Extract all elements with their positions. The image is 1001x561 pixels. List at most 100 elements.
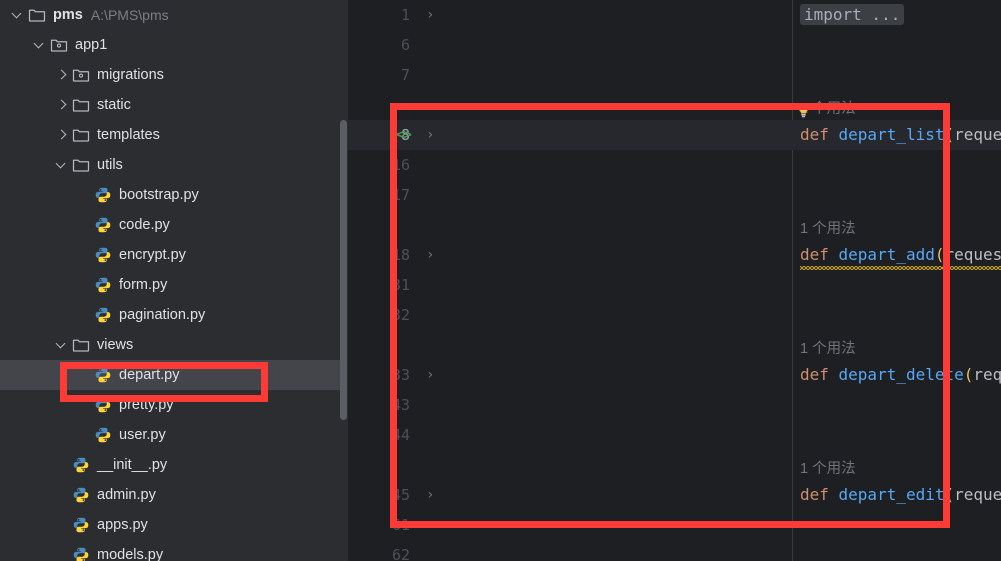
line-number[interactable]: 62 [348, 540, 410, 561]
token-kw: def [800, 125, 839, 144]
tree-arrow-placeholder [76, 367, 92, 383]
token-id: request, nid [954, 485, 1001, 504]
editor-line[interactable]: 45 › def depart_edit(request, nid):... [348, 480, 1001, 510]
tree-item-encrypt-py[interactable]: encrypt.py [0, 240, 348, 270]
tree-item-pagination-py[interactable]: pagination.py [0, 300, 348, 330]
usage-count-hint[interactable]: 1 个用法 [800, 336, 856, 362]
tree-item-apps-py[interactable]: apps.py [0, 510, 348, 540]
code-text[interactable]: def depart_edit(request, nid):... [800, 480, 1001, 510]
token-par: ( [963, 365, 974, 384]
folder-icon [72, 156, 90, 174]
lightbulb-icon[interactable] [795, 103, 812, 120]
line-number[interactable]: 16 [348, 150, 410, 180]
token-id: request [944, 245, 1001, 264]
tree-item-label: pms [53, 6, 83, 23]
fold-chevron-right-icon[interactable]: › [426, 120, 434, 150]
code-vision-icon[interactable]: <> [396, 120, 412, 150]
line-number[interactable]: 61 [348, 510, 410, 540]
tree-item-depart-py[interactable]: depart.py [0, 360, 348, 390]
tree-item-label: user.py [119, 426, 166, 443]
editor-line[interactable]: 17 [348, 180, 1001, 210]
code-text[interactable]: def depart_list(request):... [800, 120, 1001, 150]
tree-item-models-py[interactable]: models.py [0, 540, 348, 561]
tree-item-migrations[interactable]: migrations [0, 60, 348, 90]
fold-chevron-right-icon[interactable]: › [426, 360, 434, 390]
tree-item-init-py[interactable]: __init__.py [0, 450, 348, 480]
tree-item-static[interactable]: static [0, 90, 348, 120]
line-number[interactable]: 44 [348, 420, 410, 450]
tree-item-label: code.py [119, 216, 170, 233]
chevron-right-icon[interactable] [54, 67, 70, 83]
line-number[interactable]: 45 [348, 480, 410, 510]
tree-item-label: models.py [97, 546, 164, 561]
sidebar-scrollbar-thumb[interactable] [340, 120, 347, 420]
line-number[interactable]: 1 [348, 0, 410, 30]
tree-arrow-placeholder [76, 397, 92, 413]
tree-item-templates[interactable]: templates [0, 120, 348, 150]
usage-count-hint[interactable]: 1 个用法 [800, 456, 856, 482]
tree-item-admin-py[interactable]: admin.py [0, 480, 348, 510]
tree-arrow-placeholder [76, 307, 92, 323]
editor-line[interactable]: 8<>›def depart_list(request):... [348, 120, 1001, 150]
token-par: ( [944, 485, 955, 504]
tree-item-utils[interactable]: utils [0, 150, 348, 180]
token-fn: depart_list [838, 125, 945, 144]
usage-count-hint[interactable]: 1 个用法 [800, 216, 856, 242]
editor-pane[interactable]: 1›import ...678<>›def depart_list(reques… [348, 0, 1001, 561]
editor-line[interactable]: 32 [348, 300, 1001, 330]
editor-line[interactable]: 6 [348, 30, 1001, 60]
fold-chevron-right-icon[interactable]: › [426, 240, 434, 270]
line-number[interactable]: 6 [348, 30, 410, 60]
file-tree[interactable]: pms A:\PMS\pms app1 migrations static templat… [0, 0, 348, 561]
line-number[interactable]: 7 [348, 60, 410, 90]
tree-item-views[interactable]: views [0, 330, 348, 360]
tree-item-form-py[interactable]: form.py [0, 270, 348, 300]
collapsed-import-chip[interactable]: import ... [800, 4, 905, 25]
editor-line[interactable]: 44 [348, 420, 1001, 450]
project-tool-window[interactable]: pms A:\PMS\pms app1 migrations static templat… [0, 0, 348, 561]
editor-line[interactable]: 43 [348, 390, 1001, 420]
tree-item-label: pagination.py [119, 306, 206, 323]
folder-icon [72, 96, 90, 114]
editor-line[interactable]: 7 [348, 60, 1001, 90]
tree-item-pretty-py[interactable]: pretty.py [0, 390, 348, 420]
line-number[interactable]: 43 [348, 390, 410, 420]
line-number[interactable]: 17 [348, 180, 410, 210]
fold-chevron-right-icon[interactable]: › [426, 480, 434, 510]
editor-line[interactable]: 62 [348, 540, 1001, 561]
tree-item-label: admin.py [97, 486, 156, 503]
chevron-right-icon[interactable] [54, 127, 70, 143]
chevron-down-icon[interactable] [10, 7, 26, 23]
chevron-down-icon[interactable] [54, 337, 70, 353]
line-number[interactable]: 32 [348, 300, 410, 330]
tree-item-app1[interactable]: app1 [0, 30, 348, 60]
tree-arrow-placeholder [76, 187, 92, 203]
sidebar-scrollbar-track[interactable] [340, 0, 348, 561]
token-kw: def [800, 485, 839, 504]
token-fn: depart_edit [838, 485, 945, 504]
editor-line[interactable]: 16 [348, 150, 1001, 180]
chevron-right-icon[interactable] [54, 97, 70, 113]
tree-item-pms[interactable]: pms A:\PMS\pms [0, 0, 348, 30]
code-text[interactable]: def depart_delete(request):... [800, 360, 1001, 390]
tree-item-label: views [97, 336, 134, 353]
chevron-down-icon[interactable] [32, 37, 48, 53]
module-folder-icon [50, 36, 68, 54]
editor-line[interactable]: 1 › import ... [348, 0, 1001, 30]
editor-line[interactable]: 31 [348, 270, 1001, 300]
line-number[interactable]: 31 [348, 270, 410, 300]
editor-line[interactable]: 61 [348, 510, 1001, 540]
tree-item-code-py[interactable]: code.py [0, 210, 348, 240]
fold-chevron-right-icon[interactable]: › [426, 0, 434, 30]
tree-item-label: app1 [75, 36, 108, 53]
line-number[interactable]: 18 [348, 240, 410, 270]
tree-item-bootstrap-py[interactable]: bootstrap.py [0, 180, 348, 210]
code-text[interactable]: import ... [800, 0, 905, 30]
line-number[interactable]: 33 [348, 360, 410, 390]
tree-arrow-placeholder [76, 427, 92, 443]
chevron-down-icon[interactable] [54, 157, 70, 173]
python-file-icon [72, 486, 90, 504]
editor-line[interactable]: 33 › def depart_delete(request):... [348, 360, 1001, 390]
python-file-icon [72, 546, 90, 561]
tree-item-user-py[interactable]: user.py [0, 420, 348, 450]
